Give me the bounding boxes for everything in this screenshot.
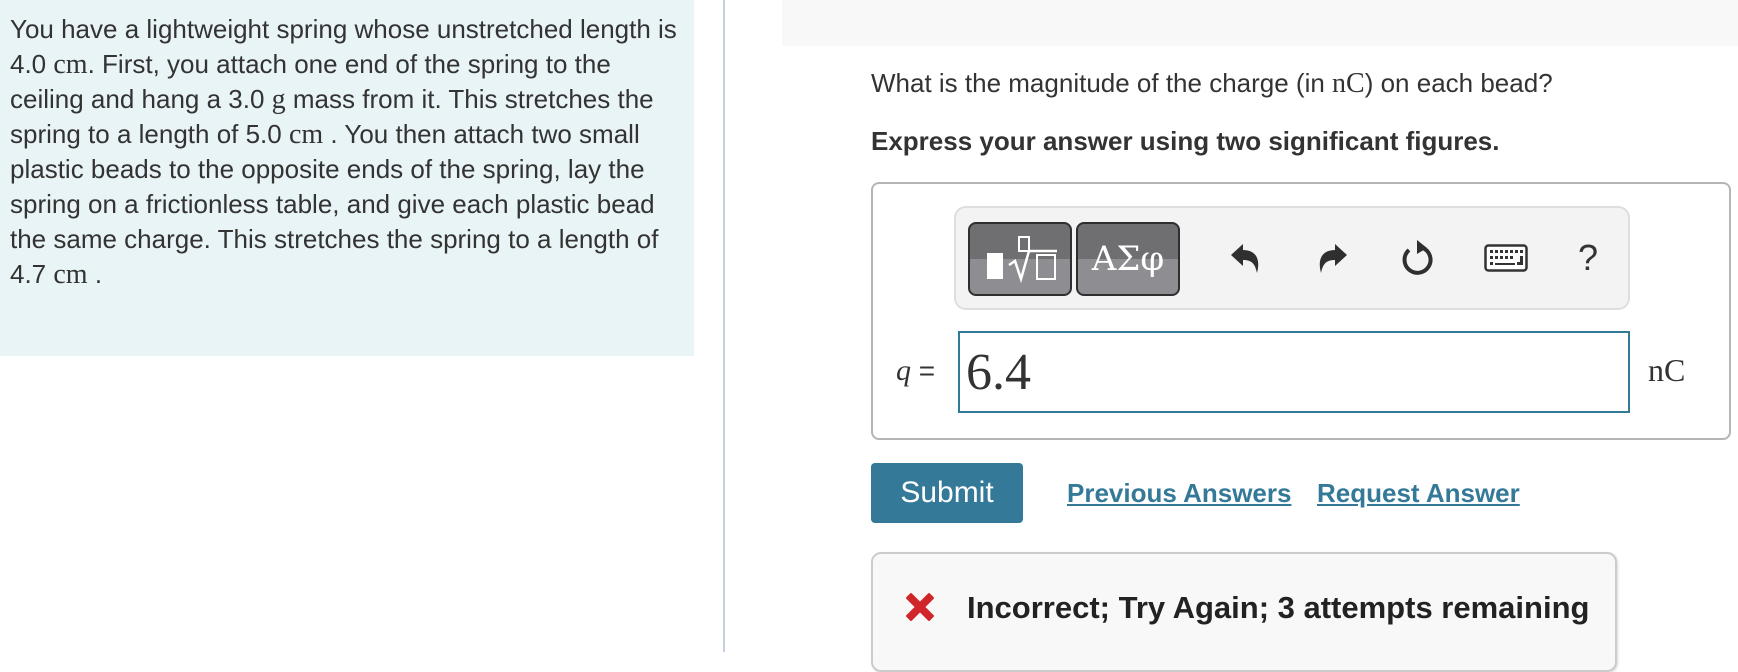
equals-sign: = <box>918 355 936 386</box>
question-suffix: ) on each bead? <box>1364 68 1553 98</box>
math-toolbar: ΑΣφ ? <box>954 206 1630 310</box>
reset-icon <box>1402 240 1433 275</box>
answer-unit: nC <box>1648 352 1686 388</box>
templates-icon <box>987 236 1057 284</box>
templates-button[interactable] <box>968 222 1072 296</box>
problem-unit: cm <box>288 119 324 150</box>
submit-button[interactable]: Submit <box>871 463 1023 523</box>
undo-icon <box>1231 244 1259 273</box>
greek-symbols-button[interactable]: ΑΣφ <box>1076 222 1180 296</box>
answer-input[interactable] <box>958 331 1630 413</box>
help-button[interactable]: ? <box>1568 237 1608 278</box>
answer-variable-label: q = <box>896 354 935 388</box>
variable-q: q <box>896 354 911 387</box>
undo-button[interactable] <box>1226 238 1266 278</box>
previous-answers-link[interactable]: Previous Answers <box>1067 478 1291 509</box>
question-unit: nC <box>1332 68 1365 99</box>
incorrect-x-icon <box>906 593 934 621</box>
keyboard-icon <box>1484 244 1528 272</box>
problem-text-segment: . <box>87 259 103 289</box>
panel-divider[interactable] <box>723 0 725 652</box>
problem-unit: cm <box>53 259 88 290</box>
problem-text: You have a lightweight spring whose unst… <box>10 12 680 292</box>
problem-statement-panel: You have a lightweight spring whose unst… <box>0 0 694 356</box>
keyboard-button[interactable] <box>1482 238 1530 278</box>
part-header-strip <box>782 0 1738 46</box>
feedback-message: Incorrect; Try Again; 3 attempts remaini… <box>967 590 1590 625</box>
answer-instruction: Express your answer using two significan… <box>871 126 1500 156</box>
question-prefix: What is the magnitude of the charge (in <box>871 68 1333 98</box>
problem-unit: g <box>271 84 286 115</box>
request-answer-link[interactable]: Request Answer <box>1317 478 1520 509</box>
help-icon: ? <box>1577 237 1599 278</box>
redo-icon <box>1319 244 1347 273</box>
redo-button[interactable] <box>1312 238 1352 278</box>
greek-symbols-icon: ΑΣφ <box>1091 239 1165 279</box>
question-text: What is the magnitude of the charge (in … <box>871 68 1553 100</box>
reset-button[interactable] <box>1398 238 1438 278</box>
problem-unit: cm <box>53 49 88 80</box>
feedback-box: Incorrect; Try Again; 3 attempts remaini… <box>871 552 1617 672</box>
